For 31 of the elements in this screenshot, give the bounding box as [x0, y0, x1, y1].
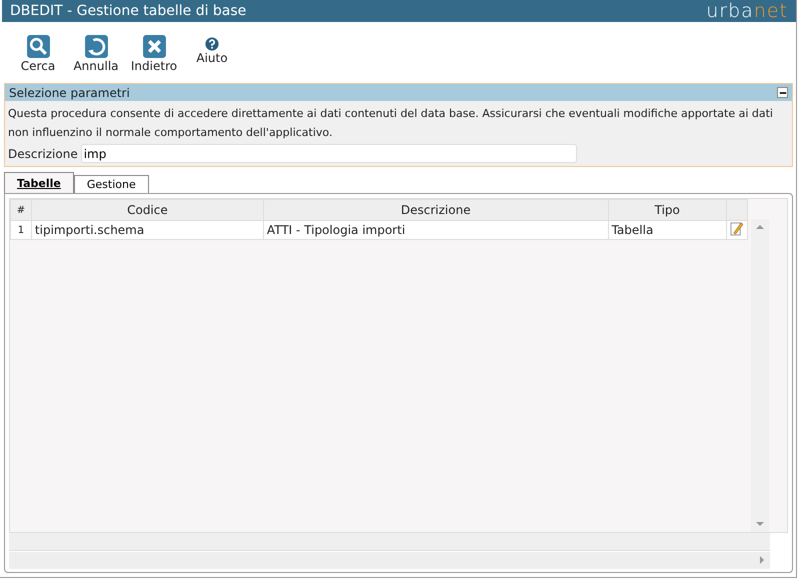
close-icon	[142, 34, 166, 59]
toolbar-button[interactable]: Annulla	[70, 34, 122, 80]
input-field[interactable]: imp	[80, 144, 577, 163]
tab[interactable]: Gestione	[74, 175, 149, 193]
scroll-up-icon[interactable]	[756, 225, 764, 229]
table-cell: Tabella	[608, 220, 726, 240]
toolbar-button[interactable]: Aiuto	[186, 34, 238, 80]
edit-icon[interactable]	[730, 221, 743, 236]
scroll-right-icon[interactable]	[760, 556, 764, 564]
panel-title: Selezione parametri	[9, 86, 130, 100]
description-text: Questa procedura consente di accedere direttamente ai dati contenuti del data base. Assicurarsi che eventuali modifiche apportate ai dati non influenzino il normale comportamento dell'applicativo.	[8, 106, 774, 141]
column-header: Codice	[31, 200, 264, 220]
toolbar-button[interactable]: Cerca	[12, 34, 64, 80]
undo-icon	[84, 34, 108, 59]
table-cell: 1	[10, 220, 32, 240]
column-header: Descrizione	[263, 200, 608, 220]
tab[interactable]: Tabelle	[4, 172, 74, 193]
window-title: DBEDIT - Gestione tabelle di base	[10, 3, 246, 19]
table-cell: ATTI - Tipologia importi	[263, 220, 608, 240]
logo: urba net	[706, 0, 788, 22]
scroll-down-icon[interactable]	[756, 522, 764, 526]
search-icon	[26, 34, 50, 59]
table-cell: tipimporti.schema	[31, 220, 264, 240]
vertical-scrollbar[interactable]	[751, 219, 769, 532]
horizontal-scrollbar[interactable]	[9, 552, 770, 569]
collapse-button[interactable]	[777, 87, 788, 98]
column-header: #	[10, 200, 32, 220]
toolbar-button[interactable]: Indietro	[128, 34, 180, 80]
column-header: Tipo	[608, 200, 726, 220]
help-icon	[205, 37, 219, 51]
field-label: Descrizione	[8, 146, 78, 160]
